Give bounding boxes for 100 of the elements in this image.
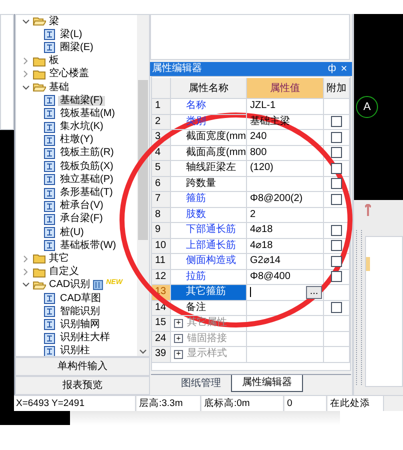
property-value: 2 [250,210,256,220]
tree-item[interactable]: 自定义 [49,267,79,278]
tree-item[interactable]: 承台梁(F) [58,214,105,224]
column-header[interactable]: 属性名称 [171,78,247,99]
status-field: 0 [285,396,327,411]
tree-item[interactable]: 梁(L) [58,30,84,40]
ellipsis-button[interactable]: ... [306,286,322,299]
row-number: 9 [152,223,171,238]
side-button[interactable]: 报表预览 [15,376,150,395]
tree-item[interactable]: 独立基础(P) [58,174,116,185]
property-name: 备注 [171,300,247,316]
tree-item[interactable]: 空心楼盖 [49,69,89,80]
tree-item[interactable]: 条形基础(T) [58,188,115,198]
checkbox[interactable] [331,194,342,205]
tree-item[interactable]: 筏板主筋(R) [58,148,116,158]
property-value: 4⌀18 [250,240,273,251]
property-value: Φ8@400 [250,272,290,282]
component-icon [44,293,55,304]
tree-item[interactable]: 识别轴网 [58,320,102,330]
expand-icon[interactable] [22,268,30,276]
tree-item[interactable]: 集水坑(K) [58,122,106,132]
checkbox[interactable] [331,116,342,128]
property-name: 截面高度(mm [171,146,247,161]
tree-item[interactable]: 识别柱 [58,346,92,356]
checkbox[interactable] [331,132,342,143]
tab[interactable]: 图纸管理 [171,375,231,392]
tree-item[interactable]: 圈梁(E) [58,42,96,53]
component-icon [44,214,55,225]
checkbox[interactable] [331,240,342,252]
expand-button[interactable]: + [174,350,183,359]
close-button[interactable]: × [338,64,350,74]
scroll-down-icon[interactable] [139,349,147,355]
row-number: 24 [152,332,171,347]
pin-button[interactable]: ф [326,64,338,74]
tree-item[interactable]: CAD识别 [49,280,90,290]
tree-item[interactable]: 识别柱大样 [58,333,112,344]
component-icon [44,122,55,133]
property-name: 其它箍筋 [171,285,247,300]
checkbox[interactable] [331,178,342,190]
tab[interactable]: 属性编辑器 [231,375,303,392]
component-icon [44,332,55,344]
tree-item[interactable]: 基础 [49,82,69,93]
tree-item[interactable]: 桩(U) [58,228,86,238]
tree-item[interactable]: CAD草图 [58,294,104,304]
row-number: 11 [152,254,171,270]
tree-item[interactable]: 其它 [49,254,69,264]
row-number: 5 [152,161,171,176]
tree-item[interactable]: 梁 [49,16,59,27]
tree-item[interactable]: 筏板负筋(X) [58,162,116,172]
side-button[interactable]: 单构件输入 [15,357,150,376]
checkbox[interactable] [331,224,342,236]
checkbox[interactable] [331,271,342,282]
expand-icon[interactable] [22,254,30,263]
expand-icon[interactable] [22,70,30,78]
collapse-icon[interactable] [22,84,30,92]
component-icon [44,161,55,172]
axis-marker: A [356,96,378,118]
checkbox[interactable] [331,162,342,174]
component-icon [44,319,55,330]
scrollbar[interactable] [137,15,149,356]
row-number: 8 [152,208,171,223]
tree-item[interactable]: 板 [49,56,59,66]
status-field: 在此处添 [328,396,384,411]
tree-item[interactable]: 基础板带(W) [58,240,118,251]
status-field: 层高:3.3m [137,396,201,411]
checkbox[interactable] [331,256,342,267]
row-number: 1 [152,99,171,114]
collapse-icon[interactable] [22,18,30,26]
status-field: X=6493 Y=2491 [14,396,136,411]
tree-item[interactable]: 桩承台(V) [58,201,106,212]
row-number: 6 [152,176,171,192]
row-number: 7 [152,192,171,208]
tree-item[interactable]: 智能识别 [58,306,102,317]
collapse-icon[interactable] [22,281,30,290]
row-number: 15 [152,316,171,332]
table-icon [93,280,104,290]
checkbox[interactable] [331,147,342,158]
component-icon [44,174,55,186]
property-value: 4⌀18 [250,225,273,236]
expand-button[interactable]: + [174,318,183,328]
component-icon [44,200,55,212]
property-name: 下部通长筋 [171,223,247,238]
component-icon [44,95,55,106]
property-value: 240 [250,132,267,142]
column-header[interactable]: 属性值 [247,78,324,99]
component-icon [44,306,55,318]
tree-item[interactable]: 柱墩(Y) [58,135,96,146]
expand-button[interactable]: + [174,334,183,344]
property-value: (120) [250,163,274,174]
group-name: 锚固搭接 [187,334,227,344]
folder-icon [33,266,46,278]
component-icon [44,346,55,356]
property-name: 轴线距梁左 [171,161,247,176]
expand-icon[interactable] [22,57,30,66]
tree-item[interactable]: 基础梁(F) [58,96,105,106]
checkbox[interactable] [331,302,342,314]
property-name: 肢数 [171,208,247,223]
column-header[interactable]: 附加 [324,78,350,99]
folder-icon [33,82,46,94]
tree-item[interactable]: 筏板基础(M) [58,108,117,119]
